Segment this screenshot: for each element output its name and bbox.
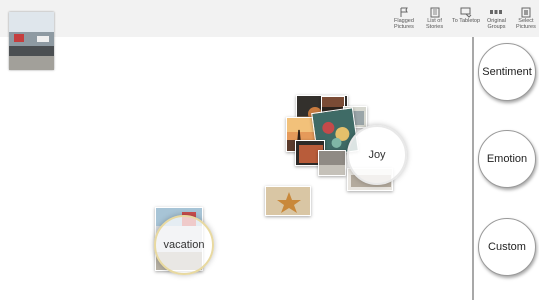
select-icon [519, 5, 533, 18]
photo-starfish[interactable] [265, 186, 311, 216]
photo-joy-7[interactable] [318, 150, 346, 176]
top-toolbar: Flagged Pictures List of Stories To Tabl… [0, 0, 539, 37]
original-groups-button[interactable]: Original Groups [487, 5, 506, 30]
original-groups-label: Original Groups [487, 18, 506, 30]
to-tabletop-label: To Tabletop [452, 18, 481, 24]
custom-button[interactable]: Custom [478, 218, 536, 276]
flagged-pictures-button[interactable]: Flagged Pictures [394, 5, 414, 30]
select-pictures-label: Select Pictures [516, 18, 536, 30]
groups-icon [489, 5, 503, 16]
select-pictures-button[interactable]: Select Pictures [516, 5, 536, 30]
list-icon [428, 5, 442, 18]
tabletop-icon [459, 5, 473, 18]
list-of-stories-button[interactable]: List of Stories [426, 5, 443, 30]
preview-thumbnail[interactable] [9, 12, 54, 70]
flag-icon [397, 5, 411, 17]
vacation-cluster-label[interactable]: vacation [154, 215, 214, 275]
joy-cluster-label[interactable]: Joy [347, 125, 407, 185]
list-of-stories-label: List of Stories [426, 18, 444, 30]
panel-divider [472, 37, 474, 300]
flagged-pictures-label: Flagged Pictures [394, 18, 414, 30]
to-tabletop-button[interactable]: To Tabletop [452, 5, 480, 24]
emotion-button[interactable]: Emotion [478, 130, 536, 188]
sentiment-button[interactable]: Sentiment [478, 43, 536, 101]
